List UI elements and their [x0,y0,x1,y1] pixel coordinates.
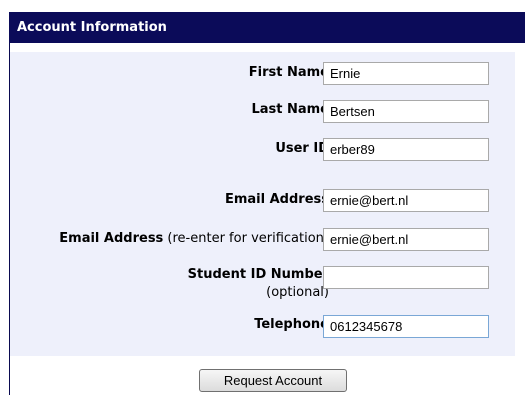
user-id-label: User ID [275,141,329,156]
user-id-input[interactable]: erber89 [323,138,489,161]
email-confirm-input[interactable]: ernie@bert.nl [323,228,489,251]
email-label: Email Address [224,192,329,207]
first-name-input[interactable]: Ernie [323,62,489,85]
student-id-input[interactable] [323,266,489,289]
telephone-label: Telephone [254,317,329,332]
email-input[interactable]: ernie@bert.nl [323,189,489,212]
request-account-button[interactable]: Request Account [199,369,347,392]
telephone-input[interactable]: 0612345678 [323,315,489,338]
email-confirm-label: Email Address (re-enter for verification… [59,231,329,246]
last-name-label: Last Name [251,102,329,117]
last-name-input[interactable]: Bertsen [323,100,489,123]
first-name-label: First Name [248,65,329,80]
student-id-hint: (optional) [266,285,329,300]
student-id-label: Student ID Number [187,267,329,282]
email-confirm-hint: (re-enter for verification) [163,231,329,246]
section-header: Account Information [9,12,525,43]
